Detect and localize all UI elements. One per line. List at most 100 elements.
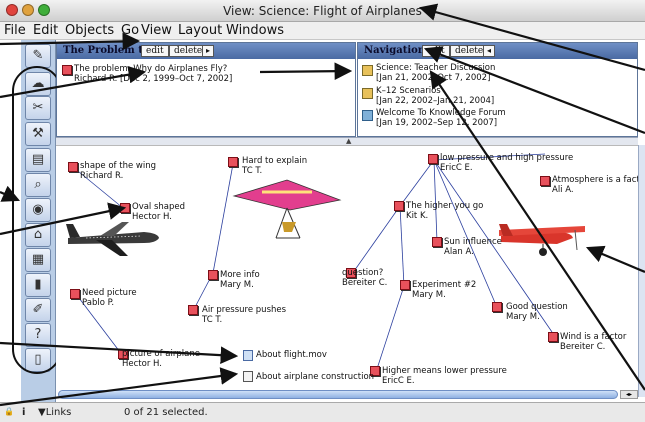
problem-panel-header: The Problem to Solve edit delete ▸ (57, 43, 355, 59)
menu-file[interactable]: File (4, 23, 26, 38)
document-icon[interactable] (243, 371, 253, 382)
note-title[interactable]: Atmosphere is a factor (552, 175, 645, 185)
splitter-up-icon[interactable]: ▲ (346, 137, 351, 145)
menu-bar: File Edit Objects Go View Layout Windows (0, 22, 645, 40)
menu-layout[interactable]: Layout (178, 23, 222, 38)
note-title[interactable]: Experiment #2 (412, 280, 476, 290)
note-icon[interactable] (120, 203, 130, 213)
problem-edit-button[interactable]: edit (141, 45, 169, 57)
nav-collapse-arrow[interactable]: ◂ (483, 45, 495, 57)
nav-edit-button[interactable]: edit (422, 45, 450, 57)
lock-icon[interactable]: 🔒 (4, 407, 14, 416)
nav-item-science-title[interactable]: Science: Teacher Discussion (376, 63, 495, 73)
menu-windows[interactable]: Windows (226, 23, 284, 38)
note-author: Mary M. (220, 280, 254, 290)
note-title[interactable]: Higher means lower pressure (382, 366, 507, 376)
nav-item-k12-title[interactable]: K–12 Scenarios (376, 86, 441, 96)
note-author: EricC E. (440, 163, 473, 173)
menu-objects[interactable]: Objects (65, 23, 114, 38)
status-bar: 🔒 i ▼Links 0 of 21 selected. (0, 402, 645, 422)
selection-count: 0 of 21 selected. (124, 407, 208, 418)
note-title[interactable]: Air pressure pushes (202, 305, 286, 315)
note-icon[interactable] (400, 280, 410, 290)
note-icon[interactable] (208, 270, 218, 280)
nav-item-welcome-dates: [Jan 19, 2002–Sep 12, 2007] (376, 118, 498, 128)
horizontal-scrollbar[interactable] (58, 390, 618, 399)
note-title[interactable]: The higher you go (406, 201, 483, 211)
problem-entry-meta: Richard R. [Dec 2, 1999–Oct 7, 2002] (74, 74, 233, 84)
graph-icon[interactable]: ▦ (25, 248, 51, 272)
arrow-to-toolbar (0, 185, 21, 202)
note-icon[interactable] (394, 201, 404, 211)
attachment-airplane-construction[interactable]: About airplane construction (256, 372, 374, 382)
note-icon[interactable] (432, 237, 442, 247)
problem-expand-arrow[interactable]: ▸ (202, 45, 214, 57)
knowledge-forum-window: View: Science: Flight of Airplanes File … (0, 0, 645, 422)
problem-panel: The Problem to Solve edit delete ▸ The p… (56, 42, 356, 137)
menu-go[interactable]: Go (121, 23, 139, 38)
problem-entry-title[interactable]: The problem: Why do Airplanes Fly? (74, 64, 227, 74)
note-icon[interactable] (492, 302, 502, 312)
note-author: TC T. (202, 315, 223, 325)
note-author: Hector H. (132, 212, 172, 222)
view-link-icon[interactable] (362, 88, 373, 99)
note-title[interactable]: Hard to explain (242, 156, 307, 166)
note-author: Bereiter C. (342, 278, 388, 288)
menu-view[interactable]: View (141, 23, 172, 38)
note-title[interactable]: picture of airplane (122, 349, 200, 359)
note-icon[interactable] (228, 157, 238, 167)
notes-icon[interactable]: ▤ (25, 148, 51, 172)
view-link-icon[interactable] (362, 65, 373, 76)
note-icon[interactable] (70, 289, 80, 299)
note-author: Kit K. (406, 211, 429, 221)
links-toggle[interactable]: ▼Links (38, 407, 71, 418)
menu-edit[interactable]: Edit (33, 23, 58, 38)
note-icon[interactable] (548, 332, 558, 342)
nav-item-welcome-title[interactable]: Welcome To Knowledge Forum (376, 108, 506, 118)
movie-file-icon[interactable] (243, 350, 253, 361)
note-title[interactable]: Good question (506, 302, 568, 312)
brush-icon[interactable]: ✐ (25, 298, 51, 322)
note-icon[interactable] (428, 154, 438, 164)
note-icon[interactable] (68, 162, 78, 172)
view-link-icon[interactable] (362, 110, 373, 121)
scissors-icon[interactable]: ✂ (25, 96, 51, 120)
propeller-airplane-drawing[interactable] (497, 212, 587, 260)
navigation-panel: Navigation Bar edit delete ◂ Science: Te… (357, 42, 638, 137)
note-icon[interactable] (540, 176, 550, 186)
view-canvas[interactable]: shape of the wing Richard R. Oval shaped… (56, 145, 645, 397)
tools-icon[interactable]: ⚒ (25, 122, 51, 146)
note-title[interactable]: question? (342, 268, 383, 278)
problem-note-icon[interactable] (62, 65, 72, 75)
cloud-icon[interactable]: ☁ (25, 72, 51, 96)
note-title[interactable]: More info (220, 270, 260, 280)
eye-icon[interactable]: ◉ (25, 198, 51, 222)
tool-palette: ✎ ☁ ✂ ⚒ ▤ ⌕ ◉ ⌂ ▦ ▮ ✐ ? ▯ (21, 40, 56, 402)
trash-icon[interactable]: ▯ (25, 348, 51, 372)
note-author: Mary M. (506, 312, 540, 322)
scroll-arrows[interactable]: ◂▸ (620, 390, 638, 399)
magnifier-icon[interactable]: ⌕ (25, 173, 51, 197)
note-title[interactable]: low pressure and high pressure (440, 153, 573, 163)
note-title[interactable]: shape of the wing (80, 161, 156, 171)
note-author: Ali A. (552, 185, 574, 195)
hang-glider-drawing[interactable] (232, 178, 342, 253)
help-icon[interactable]: ? (25, 323, 51, 347)
bar-chart-icon[interactable]: ▮ (25, 273, 51, 297)
attachment-flight-movie[interactable]: About flight.mov (256, 350, 327, 360)
info-icon[interactable]: i (22, 407, 25, 418)
note-author: TC T. (242, 166, 263, 176)
note-title[interactable]: Oval shaped (132, 202, 185, 212)
note-title[interactable]: Sun influence (444, 237, 502, 247)
pencil-icon[interactable]: ✎ (25, 44, 51, 68)
pane-splitter[interactable]: ▲ (56, 137, 638, 145)
jet-airplane-drawing[interactable] (66, 216, 161, 261)
note-author: Bereiter C. (560, 342, 606, 352)
note-icon[interactable] (188, 305, 198, 315)
note-author: Alan A. (444, 247, 474, 257)
note-title[interactable]: Wind is a factor (560, 332, 626, 342)
vertical-scrollbar[interactable] (638, 145, 645, 397)
note-title[interactable]: Need picture (82, 288, 137, 298)
note-author: Richard R. (80, 171, 124, 181)
building-icon[interactable]: ⌂ (25, 223, 51, 247)
